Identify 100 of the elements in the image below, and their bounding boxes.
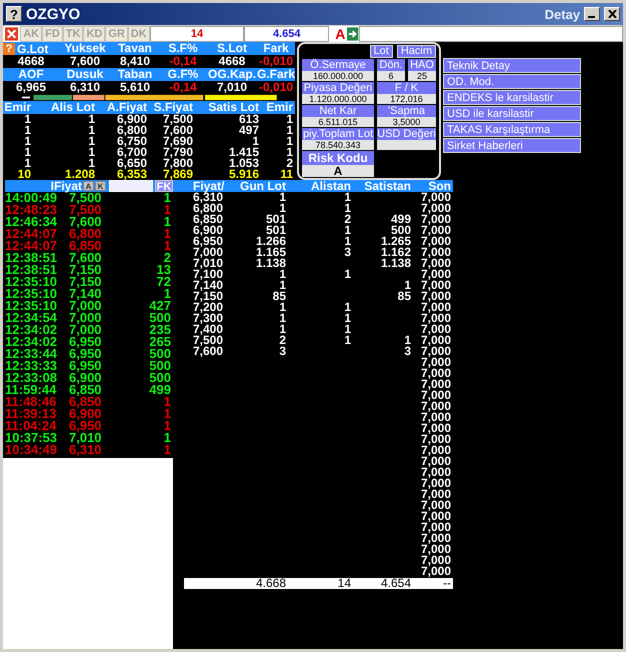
info-value: 1.120.000.000 bbox=[302, 94, 374, 104]
table-cell-text: 500 bbox=[390, 225, 412, 236]
column-header: Tavan bbox=[111, 42, 159, 55]
trade-lot: 499 bbox=[148, 384, 171, 396]
trade-price: 6,850 bbox=[69, 384, 103, 396]
table-cell-text: 1 bbox=[278, 313, 287, 324]
trade-time: 14:00:49 bbox=[5, 192, 58, 204]
trade-lot: 1 bbox=[162, 444, 171, 456]
table-cell-text: 7,600 bbox=[192, 346, 224, 357]
menu-button[interactable]: Teknik Detay bbox=[443, 58, 581, 73]
menu-button[interactable]: ENDEKS le karsilastir bbox=[443, 90, 581, 105]
summary-value: 5,610 bbox=[118, 81, 152, 94]
table-cell-text: 6,950 bbox=[192, 236, 224, 247]
trade-time: 11:39:13 bbox=[5, 408, 58, 420]
summary-value: 7,010 bbox=[216, 81, 248, 94]
table-cell-text: 6,800 bbox=[116, 125, 148, 136]
help-icon[interactable]: ? bbox=[6, 6, 22, 22]
table-cell-text: 1 bbox=[285, 147, 294, 158]
trade-time: 12:35:10 bbox=[5, 276, 58, 288]
value-field: 4.654 bbox=[244, 26, 330, 42]
table-cell-text: 7,000 bbox=[420, 291, 452, 302]
count-field: 14 bbox=[150, 26, 244, 42]
table-cell-text: 7,000 bbox=[420, 269, 452, 280]
table-cell-text: 7,000 bbox=[420, 214, 452, 225]
trade-lot: 1 bbox=[162, 216, 171, 228]
trade-lot: 265 bbox=[148, 336, 171, 348]
table-cell-text: 1 bbox=[279, 192, 287, 203]
summary-value: 7,600 bbox=[68, 55, 102, 68]
table-cell-text: 1 bbox=[279, 269, 287, 280]
table-cell-text: 1 bbox=[279, 203, 287, 214]
table-cell-text: 1.138 bbox=[254, 258, 287, 269]
toolbar-tab[interactable]: TK bbox=[62, 26, 84, 42]
toolbar-tab[interactable]: DK bbox=[128, 26, 150, 42]
table-cell-text: 6,850 bbox=[192, 214, 224, 225]
table-cell-text: 1 bbox=[279, 280, 287, 291]
column-header: S.Lot bbox=[207, 42, 257, 55]
table-cell-text: 7,000 bbox=[420, 500, 452, 511]
table-cell-text: 1 bbox=[87, 136, 96, 147]
trade-lot: 500 bbox=[148, 348, 171, 360]
info-value: 78.540.343 bbox=[302, 140, 374, 150]
trade-time: 12:33:33 bbox=[5, 360, 58, 372]
total-cell-text: 7,869 bbox=[162, 169, 194, 180]
column-header: Dusuk bbox=[59, 68, 111, 81]
input-field[interactable] bbox=[358, 26, 623, 42]
toolbar-tab[interactable]: FD bbox=[42, 26, 63, 42]
trade-time: 12:48:23 bbox=[5, 204, 58, 216]
table-cell-text: 7,400 bbox=[192, 324, 224, 335]
column-header: Satistan bbox=[353, 180, 413, 192]
table-cell-text: 2 bbox=[343, 214, 352, 225]
column-header: Fark bbox=[257, 42, 295, 55]
info-value: 6 bbox=[377, 71, 405, 81]
trade-time: 12:33:44 bbox=[5, 348, 58, 360]
column-header: Taban bbox=[111, 68, 159, 81]
filter-button[interactable]: A bbox=[83, 181, 94, 191]
info-value: 6.511.015 bbox=[302, 117, 374, 127]
arrow-icon[interactable] bbox=[347, 27, 359, 41]
column-header: Emir bbox=[261, 101, 295, 114]
table-cell-text: 1 bbox=[87, 125, 96, 136]
trade-time: 11:59:44 bbox=[5, 384, 58, 396]
toolbar-tab[interactable]: KD bbox=[83, 26, 106, 42]
menu-button[interactable]: Sirket Haberleri bbox=[443, 138, 581, 153]
table-cell-text: 1.265 bbox=[380, 236, 412, 247]
total-cell-text: 4.654 bbox=[380, 578, 412, 589]
total-cell-text: 6,353 bbox=[116, 169, 148, 180]
trade-price: 6,900 bbox=[69, 408, 103, 420]
table-cell-text: 7,000 bbox=[420, 522, 452, 533]
info-label: Dön. bbox=[377, 59, 405, 71]
table-cell-text: 7,000 bbox=[420, 324, 452, 335]
table-cell-text: 6,900 bbox=[192, 225, 224, 236]
toolbar-tab[interactable]: AK bbox=[20, 26, 42, 42]
info-value: 3,5000 bbox=[377, 117, 436, 127]
menu-button[interactable]: TAKAS Karşılaştırma bbox=[443, 122, 581, 137]
fk-button[interactable]: FK bbox=[155, 180, 173, 192]
panel-button[interactable]: Lot bbox=[370, 45, 393, 58]
table-cell-text: 1 bbox=[344, 192, 352, 203]
table-cell-text: 1.415 bbox=[228, 147, 260, 158]
menu-button[interactable]: USD ile karsilastir bbox=[443, 106, 581, 121]
info-value: 160.000.000 bbox=[302, 71, 374, 81]
table-cell-text: 7,000 bbox=[420, 280, 452, 291]
table-cell-text: 1.138 bbox=[380, 258, 412, 269]
total-cell-text: 5.916 bbox=[228, 169, 260, 180]
trade-lot: 1 bbox=[162, 432, 171, 444]
menu-button[interactable]: OD. Mod. bbox=[443, 74, 581, 89]
close-button[interactable] bbox=[604, 7, 620, 21]
table-cell-text: 7,000 bbox=[420, 401, 452, 412]
table-cell-text: 7,200 bbox=[192, 302, 224, 313]
trade-price: 7,000 bbox=[69, 324, 103, 336]
panel-button[interactable]: Hacim bbox=[396, 45, 436, 58]
table-cell-text: 6,310 bbox=[192, 192, 224, 203]
filter-button[interactable]: K bbox=[95, 181, 106, 191]
close-icon[interactable] bbox=[5, 27, 18, 41]
table-cell-text: 7,000 bbox=[420, 566, 452, 577]
help-icon[interactable]: ? bbox=[3, 42, 15, 54]
table-cell-text: 7,500 bbox=[192, 335, 224, 346]
table-cell-text: 1 bbox=[403, 335, 412, 346]
filter-field[interactable] bbox=[109, 180, 153, 192]
minimize-button[interactable] bbox=[584, 7, 600, 21]
column-header: Fiyat/ bbox=[173, 180, 233, 192]
toolbar-tab[interactable]: GR bbox=[105, 26, 128, 42]
column-header: Yuksek bbox=[59, 42, 111, 55]
